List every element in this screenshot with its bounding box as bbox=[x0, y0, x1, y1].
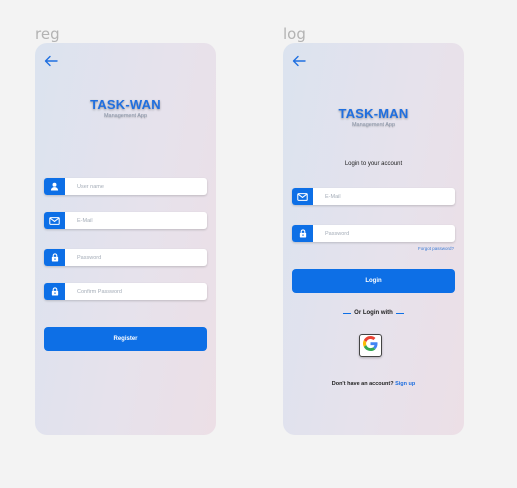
login-heading: Login to your account bbox=[344, 161, 403, 167]
login-screen: TASK-MAN Management App Login to your ac… bbox=[283, 43, 464, 435]
brand-title: TASK-MAN bbox=[338, 106, 409, 121]
google-login-button[interactable] bbox=[359, 334, 382, 357]
signup-prompt: Don't have an account? Sign up bbox=[283, 381, 464, 387]
back-arrow-icon[interactable] bbox=[292, 54, 306, 67]
lock-icon bbox=[292, 225, 313, 242]
divider-line bbox=[343, 312, 352, 314]
google-icon bbox=[363, 335, 378, 356]
password-field[interactable] bbox=[292, 225, 455, 242]
email-input[interactable] bbox=[313, 189, 445, 204]
divider-line bbox=[395, 312, 404, 314]
password-input[interactable] bbox=[313, 226, 445, 241]
confirm-password-input[interactable] bbox=[65, 284, 197, 299]
mail-icon bbox=[292, 188, 313, 205]
signup-link[interactable]: Sign up bbox=[395, 381, 415, 387]
brand-subtitle: Management App bbox=[103, 113, 148, 119]
frame-label-reg: reg bbox=[35, 25, 60, 43]
username-field[interactable] bbox=[44, 178, 207, 195]
password-field[interactable] bbox=[44, 249, 207, 266]
confirm-password-field[interactable] bbox=[44, 283, 207, 300]
back-arrow-icon[interactable] bbox=[44, 54, 58, 67]
signup-prompt-text: Don't have an account? bbox=[331, 381, 394, 387]
email-field[interactable] bbox=[292, 188, 455, 205]
email-field[interactable] bbox=[44, 212, 207, 229]
register-screen: TASK-WAN Management App Register bbox=[35, 43, 216, 435]
brand: TASK-WAN Management App bbox=[35, 97, 216, 119]
or-login-with-divider: Or Login with bbox=[283, 310, 464, 316]
login-button[interactable]: Login bbox=[292, 269, 455, 293]
password-input[interactable] bbox=[65, 250, 197, 265]
username-input[interactable] bbox=[65, 179, 197, 194]
brand-subtitle: Management App bbox=[351, 122, 396, 128]
mail-icon bbox=[44, 212, 65, 229]
brand-title: TASK-WAN bbox=[90, 97, 161, 112]
lock-icon bbox=[44, 283, 65, 300]
email-input[interactable] bbox=[65, 213, 197, 228]
lock-icon bbox=[44, 249, 65, 266]
divider-label: Or Login with bbox=[354, 310, 393, 316]
user-icon bbox=[44, 178, 65, 195]
forgot-password-link[interactable]: Forgot password? bbox=[418, 246, 454, 251]
brand: TASK-MAN Management App bbox=[283, 106, 464, 128]
register-button[interactable]: Register bbox=[44, 327, 207, 351]
frame-label-log: log bbox=[283, 25, 306, 43]
